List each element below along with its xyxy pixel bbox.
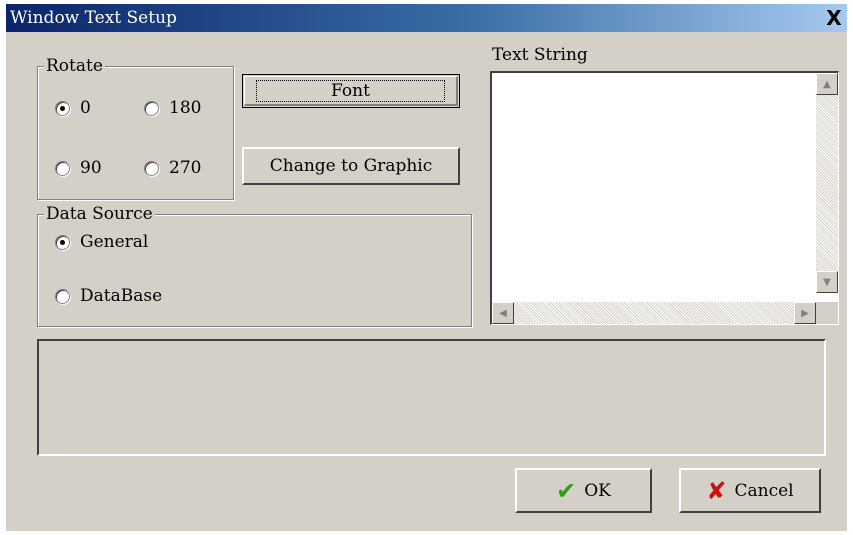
text-string-input[interactable]: ▲ ▼ ◀ ▶ <box>490 71 839 325</box>
data-source-radio-general[interactable]: General <box>55 231 148 253</box>
radio-dot[interactable] <box>144 160 159 176</box>
radio-dot[interactable] <box>55 288 70 304</box>
radio-dot[interactable] <box>55 234 70 250</box>
title-bar[interactable]: Window Text Setup X <box>6 4 847 32</box>
rotate-radio-0[interactable]: 0 <box>55 97 91 119</box>
rotate-radio-270[interactable]: 270 <box>144 157 201 179</box>
x-mark-icon: ✘ <box>706 476 727 505</box>
change-to-graphic-label: Change to Graphic <box>269 156 433 176</box>
rotate-radio-270-label: 270 <box>169 158 202 178</box>
cancel-label: Cancel <box>734 480 794 501</box>
checkmark-icon: ✔ <box>556 476 577 505</box>
scroll-down-icon[interactable]: ▼ <box>816 271 838 293</box>
vertical-scrollbar[interactable]: ▲ ▼ <box>816 73 838 293</box>
message-panel <box>37 339 826 456</box>
close-icon[interactable]: X <box>823 7 845 29</box>
radio-dot[interactable] <box>55 160 70 176</box>
ok-label: OK <box>584 480 611 501</box>
change-to-graphic-button[interactable]: Change to Graphic <box>242 147 460 185</box>
horizontal-scrollbar[interactable]: ◀ ▶ <box>492 302 816 324</box>
text-string-label: Text String <box>492 45 588 65</box>
data-source-database-label: DataBase <box>80 286 163 306</box>
radio-dot[interactable] <box>144 100 159 116</box>
rotate-radio-90-label: 90 <box>80 158 102 178</box>
rotate-radio-180-label: 180 <box>169 98 202 118</box>
window-text-setup-dialog: Window Text Setup X Rotate 0 180 90 270 … <box>6 4 847 531</box>
scrollbar-corner <box>816 302 838 324</box>
data-source-radio-database[interactable]: DataBase <box>55 285 162 307</box>
scroll-up-icon[interactable]: ▲ <box>816 73 838 95</box>
rotate-radio-180[interactable]: 180 <box>144 97 201 119</box>
data-source-group: Data Source General DataBase <box>37 203 472 327</box>
font-button-label: Font <box>256 79 445 102</box>
scroll-right-icon[interactable]: ▶ <box>794 302 816 324</box>
ok-button[interactable]: ✔ OK <box>515 468 652 513</box>
data-source-legend: Data Source <box>44 203 155 225</box>
rotate-radio-90[interactable]: 90 <box>55 157 102 179</box>
data-source-general-label: General <box>80 232 149 252</box>
rotate-radio-0-label: 0 <box>80 98 91 118</box>
cancel-button[interactable]: ✘ Cancel <box>679 468 821 513</box>
rotate-legend: Rotate <box>44 55 105 77</box>
font-button[interactable]: Font <box>242 74 460 108</box>
rotate-group: Rotate 0 180 90 270 <box>37 55 234 200</box>
scroll-left-icon[interactable]: ◀ <box>492 302 514 324</box>
radio-dot[interactable] <box>55 100 70 116</box>
window-title: Window Text Setup <box>10 8 177 28</box>
